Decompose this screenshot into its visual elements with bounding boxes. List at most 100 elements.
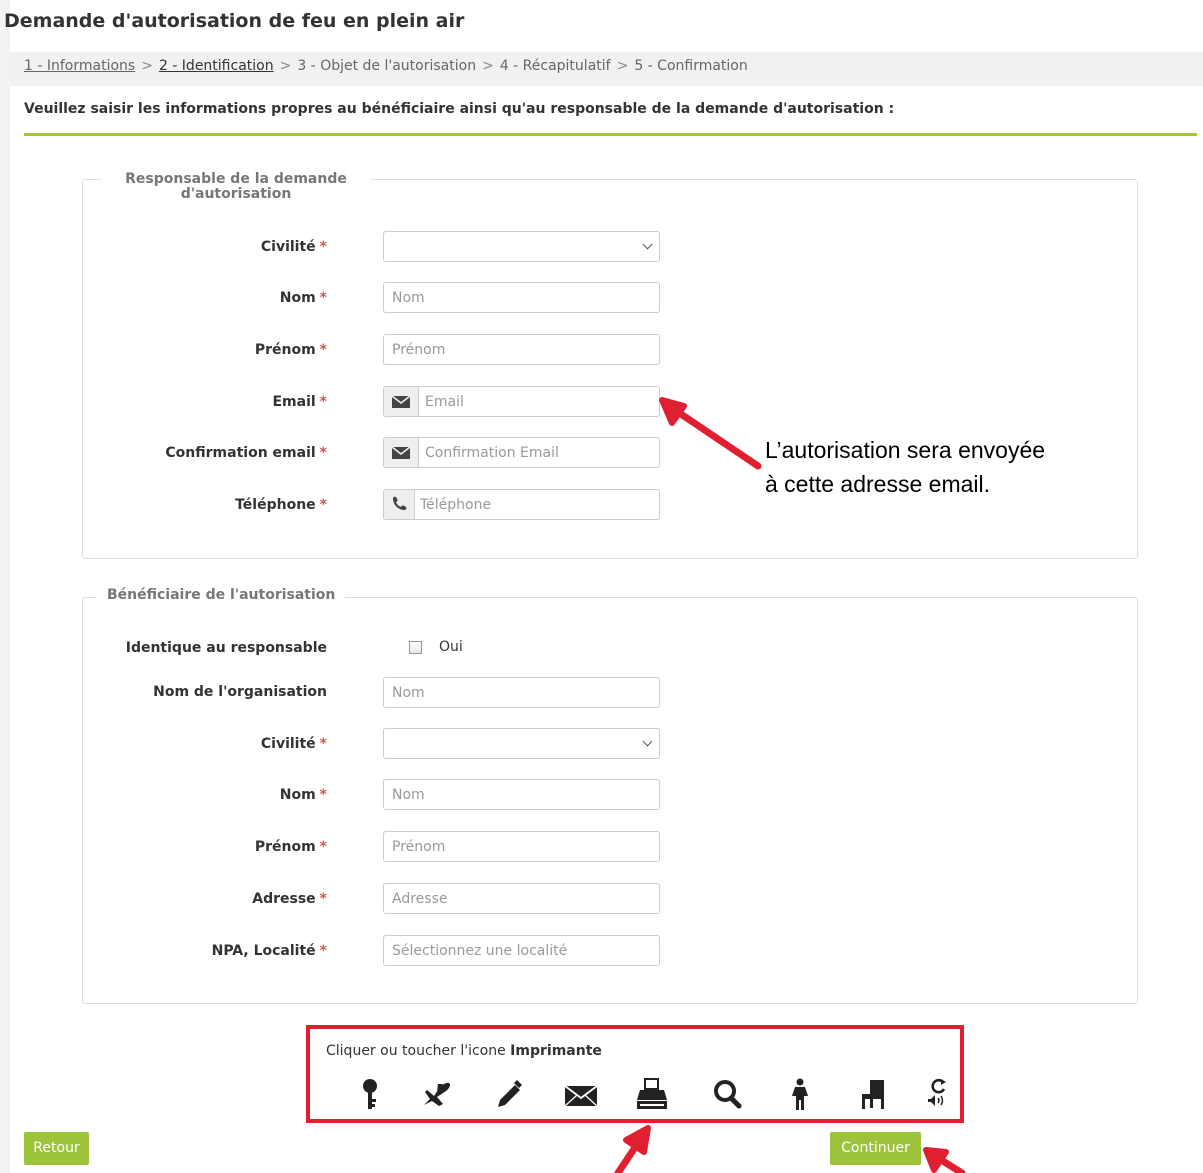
person-icon-svg: [792, 1078, 808, 1110]
telephone-input[interactable]: Téléphone: [383, 489, 660, 520]
phone-icon: [393, 496, 407, 510]
label-text: Civilité: [260, 239, 316, 255]
placeholder: Sélectionnez une localité: [392, 943, 568, 959]
printer-icon[interactable]: [634, 1077, 670, 1111]
npa-localite-input[interactable]: Sélectionnez une localité: [383, 935, 660, 966]
chevron-down-icon: [642, 736, 653, 747]
required-mark: *: [319, 394, 327, 410]
envelope-icon[interactable]: [563, 1077, 599, 1111]
beneficiaire-nom-input[interactable]: Nom: [383, 779, 660, 810]
captcha-hint-target: Imprimante: [510, 1043, 602, 1059]
placeholder: Adresse: [392, 891, 448, 907]
label-text: Prénom: [254, 839, 316, 855]
icon-captcha-box: Cliquer ou toucher l'icone Imprimante: [306, 1025, 964, 1123]
section-divider: [24, 133, 1197, 136]
identique-label: Identique au responsable: [125, 640, 327, 656]
annotation-line-2: à cette adresse email.: [765, 471, 991, 497]
label-text: Email: [272, 394, 316, 410]
placeholder: Nom: [392, 685, 425, 701]
continue-button[interactable]: Continuer: [830, 1132, 921, 1165]
breadcrumb-step-recapitulatif: 4 - Récapitulatif: [499, 58, 611, 74]
placeholder: Nom: [392, 290, 425, 306]
required-mark: *: [319, 445, 327, 461]
printer-icon-svg: [637, 1078, 667, 1109]
label-text: Nom: [279, 787, 316, 803]
envelope-icon: [391, 446, 411, 459]
prenom-input[interactable]: Prénom: [383, 334, 660, 365]
prenom-label: Prénom *: [82, 342, 327, 358]
beneficiaire-civilite-select[interactable]: [383, 728, 660, 759]
left-border: [0, 0, 10, 1173]
confirm-email-addon: [384, 438, 419, 467]
identique-option-label[interactable]: Oui: [439, 639, 463, 655]
label-text: Téléphone: [235, 497, 316, 513]
person-icon[interactable]: [782, 1077, 818, 1111]
beneficiaire-civilite-label: Civilité *: [82, 736, 327, 752]
required-mark: *: [319, 239, 327, 255]
email-label: Email *: [82, 394, 327, 410]
organisation-label: Nom de l'organisation: [153, 684, 327, 700]
placeholder: Email: [425, 394, 464, 410]
envelope-icon-svg: [564, 1085, 598, 1107]
placeholder: Prénom: [392, 342, 446, 358]
telephone-addon: [384, 490, 415, 519]
label-text: Confirmation email: [165, 445, 316, 461]
required-mark: *: [319, 497, 327, 513]
airplane-icon[interactable]: [420, 1077, 456, 1111]
pencil-icon[interactable]: [490, 1077, 526, 1111]
required-mark: *: [319, 342, 327, 358]
npa-label: NPA, Localité *: [82, 943, 327, 959]
identique-checkbox[interactable]: [409, 641, 422, 654]
required-mark: *: [319, 839, 327, 855]
back-button[interactable]: Retour: [24, 1132, 89, 1165]
required-mark: *: [319, 787, 327, 803]
email-input[interactable]: Email: [383, 386, 660, 417]
envelope-icon: [391, 395, 411, 408]
breadcrumb-step-objet: 3 - Objet de l'autorisation: [297, 58, 477, 74]
required-mark: *: [319, 943, 327, 959]
responsable-legend: Responsable de la demande d'autorisation: [101, 172, 371, 202]
beneficiaire-prenom-input[interactable]: Prénom: [383, 831, 660, 862]
key-icon-svg: [363, 1079, 377, 1109]
organisation-input[interactable]: Nom: [383, 677, 660, 708]
breadcrumb: 1 - Informations >2 - Identification >3 - …: [10, 52, 1203, 86]
label-text: Nom: [279, 290, 316, 306]
captcha-hint-prefix: Cliquer ou toucher l'icone: [326, 1043, 511, 1059]
breadcrumb-step-identification[interactable]: 2 - Identification: [159, 58, 274, 74]
chair-icon[interactable]: [856, 1077, 892, 1111]
telephone-label: Téléphone *: [82, 497, 327, 513]
chevron-down-icon: [642, 239, 653, 250]
instructions-text: Veuillez saisir les informations propres…: [24, 101, 895, 117]
breadcrumb-separator: >: [279, 58, 292, 74]
chair-icon-svg: [862, 1080, 884, 1109]
label-text: Adresse: [252, 891, 316, 907]
responsable-legend-line2: d'autorisation: [180, 186, 292, 202]
label-text: NPA, Localité: [211, 943, 316, 959]
confirm-email-input[interactable]: Confirmation Email: [383, 437, 660, 468]
responsable-legend-line1: Responsable de la demande: [125, 171, 347, 187]
breadcrumb-step-informations[interactable]: 1 - Informations: [24, 58, 135, 74]
breadcrumb-separator: >: [141, 58, 153, 74]
required-mark: *: [319, 736, 327, 752]
airplane-icon-svg: [424, 1082, 450, 1106]
refresh-audio-icon[interactable]: [922, 1077, 958, 1111]
placeholder: Nom: [392, 787, 425, 803]
email-addon: [384, 387, 419, 416]
adresse-input[interactable]: Adresse: [383, 883, 660, 914]
search-icon[interactable]: [710, 1077, 746, 1111]
breadcrumb-separator: >: [616, 58, 629, 74]
refresh-audio-icon-svg: [928, 1078, 946, 1106]
captcha-hint: Cliquer ou toucher l'icone Imprimante: [326, 1043, 602, 1059]
beneficiaire-legend: Bénéficiaire de l'autorisation: [97, 588, 346, 603]
key-icon[interactable]: [354, 1077, 390, 1111]
annotation-line-1: L’autorisation sera envoyée: [765, 437, 1046, 463]
civilite-select[interactable]: [383, 231, 660, 262]
pencil-icon-svg: [498, 1080, 522, 1107]
label-text: Civilité: [260, 736, 316, 752]
nom-input[interactable]: Nom: [383, 282, 660, 313]
breadcrumb-step-confirmation: 5 - Confirmation: [634, 58, 748, 74]
placeholder: Téléphone: [420, 497, 492, 513]
confirm-email-label: Confirmation email *: [82, 445, 327, 461]
placeholder: Prénom: [392, 839, 446, 855]
nom-label: Nom *: [82, 290, 327, 306]
